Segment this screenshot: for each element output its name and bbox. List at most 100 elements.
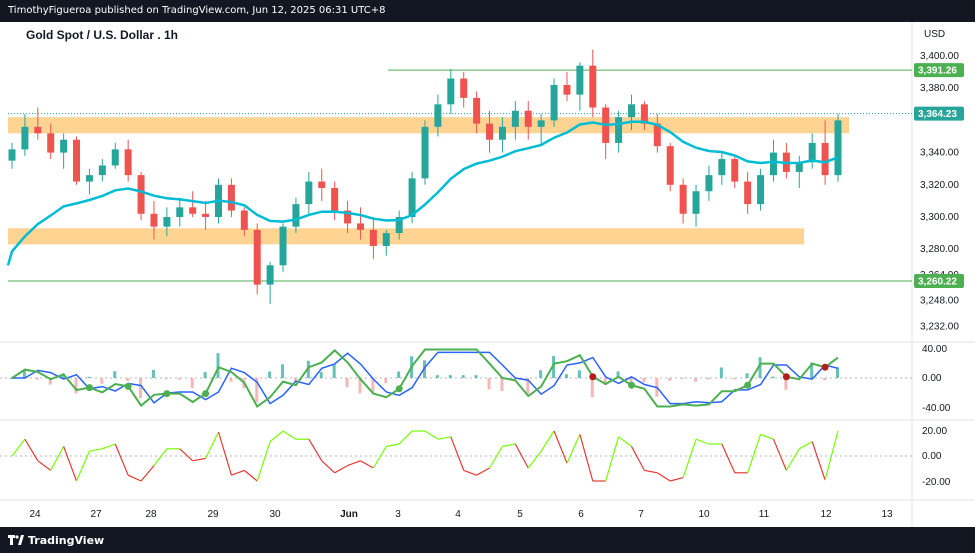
candle-body <box>137 175 145 214</box>
momentum-segment <box>398 430 413 445</box>
currency-label: USD <box>924 29 945 40</box>
momentum-segment <box>205 431 220 459</box>
candle-body <box>318 181 326 189</box>
candle-body <box>447 78 455 105</box>
oscillator-tick: 40.00 <box>922 344 947 355</box>
momentum-segment <box>24 438 39 462</box>
momentum-segment <box>811 441 826 481</box>
candle-body <box>202 213 210 217</box>
momentum-segment <box>798 441 813 450</box>
date-tick: 5 <box>517 509 523 520</box>
cross-dot <box>782 373 790 381</box>
candle-body <box>705 175 713 192</box>
date-tick: 29 <box>207 509 219 520</box>
candle-body <box>150 213 158 227</box>
momentum-segment <box>747 434 762 473</box>
momentum-segment <box>772 438 787 471</box>
histogram-bar <box>706 378 710 380</box>
candle-body <box>744 181 752 205</box>
momentum-segment <box>489 446 503 469</box>
momentum-segment <box>527 450 542 469</box>
histogram-bar <box>126 378 130 381</box>
momentum-segment <box>153 448 168 466</box>
candle-body <box>21 126 29 150</box>
momentum-segment <box>424 430 439 440</box>
momentum-segment <box>63 446 78 482</box>
date-tick: 7 <box>638 509 644 520</box>
candle-body <box>563 84 571 95</box>
date-tick: 4 <box>455 509 461 520</box>
candle-body <box>60 139 68 153</box>
momentum-segment <box>682 439 697 478</box>
momentum-segment <box>50 446 65 471</box>
momentum-segment <box>656 472 671 482</box>
price-tick: 3,380.00 <box>920 83 959 94</box>
top-bar: TimothyFigueroa published on TradingView… <box>0 0 975 22</box>
candle-body <box>550 84 558 121</box>
histogram-bar <box>577 370 581 378</box>
candle-body <box>240 210 248 230</box>
candle-body <box>679 184 687 214</box>
momentum-segment <box>243 469 258 482</box>
candle-body <box>834 120 842 176</box>
histogram-bar <box>216 353 220 378</box>
tradingview-logo-icon[interactable] <box>8 533 24 547</box>
momentum-segment <box>605 436 620 482</box>
histogram-bar <box>474 375 478 378</box>
momentum-segment <box>360 460 374 469</box>
date-tick: 3 <box>395 509 401 520</box>
brand-name[interactable]: TradingView <box>28 534 104 547</box>
candle-body <box>34 126 42 134</box>
price-axis[interactable]: 3,400.00 3,380.00 3,340.00 3,320.00 3,300.00… <box>914 51 964 488</box>
date-tick: 24 <box>29 509 41 520</box>
candle-body <box>163 217 171 227</box>
candle-body <box>524 110 532 127</box>
candle-body <box>757 175 765 205</box>
candle-body <box>331 188 339 211</box>
candle-body <box>305 181 313 205</box>
date-tick: 12 <box>820 509 832 520</box>
histogram-bar <box>694 378 698 382</box>
candle-body <box>460 78 468 98</box>
momentum-tick: 0.00 <box>922 451 942 462</box>
momentum-segment <box>231 469 245 476</box>
candle-body <box>537 120 545 127</box>
date-tick: 11 <box>759 509 770 520</box>
histogram-bar <box>229 378 233 382</box>
histogram-bar <box>564 374 568 378</box>
price-tick: 3,248.00 <box>920 296 959 307</box>
histogram-bar <box>500 378 504 391</box>
candle-body <box>8 149 16 161</box>
candle-body <box>382 233 390 246</box>
candle-body <box>486 123 494 140</box>
time-axis[interactable]: 24 27 28 29 30 Jun 3 4 5 6 7 10 11 12 13 <box>29 509 893 520</box>
chart-title: Gold Spot / U.S. Dollar . 1h <box>26 28 178 42</box>
oscillator-tick: 0.00 <box>922 373 942 384</box>
grid <box>0 22 975 527</box>
momentum-tick: -20.00 <box>922 477 951 488</box>
momentum-segment <box>721 443 736 474</box>
candle-body <box>292 204 300 227</box>
chart-area[interactable]: 3,400.00 3,380.00 3,340.00 3,320.00 3,300.00… <box>0 22 975 527</box>
candle-body <box>189 207 197 214</box>
date-tick: 10 <box>698 509 710 520</box>
histogram-bar <box>719 367 723 378</box>
date-tick: 13 <box>881 509 893 520</box>
momentum-segment <box>437 436 451 440</box>
momentum-pane <box>0 430 912 482</box>
momentum-segment <box>347 460 361 467</box>
candle-body <box>85 175 93 182</box>
histogram-bar <box>539 370 543 378</box>
date-tick: 6 <box>578 509 584 520</box>
candle-body <box>511 110 519 127</box>
cross-dot <box>202 390 210 398</box>
histogram-bar <box>668 378 672 381</box>
histogram-bar <box>771 376 775 378</box>
date-tick: 30 <box>269 509 281 520</box>
histogram-bar <box>384 378 388 384</box>
momentum-tick: 20.00 <box>922 426 947 437</box>
candles <box>8 49 842 304</box>
histogram-bar <box>345 378 349 388</box>
momentum-segment <box>127 474 142 482</box>
histogram-bar <box>164 378 168 379</box>
